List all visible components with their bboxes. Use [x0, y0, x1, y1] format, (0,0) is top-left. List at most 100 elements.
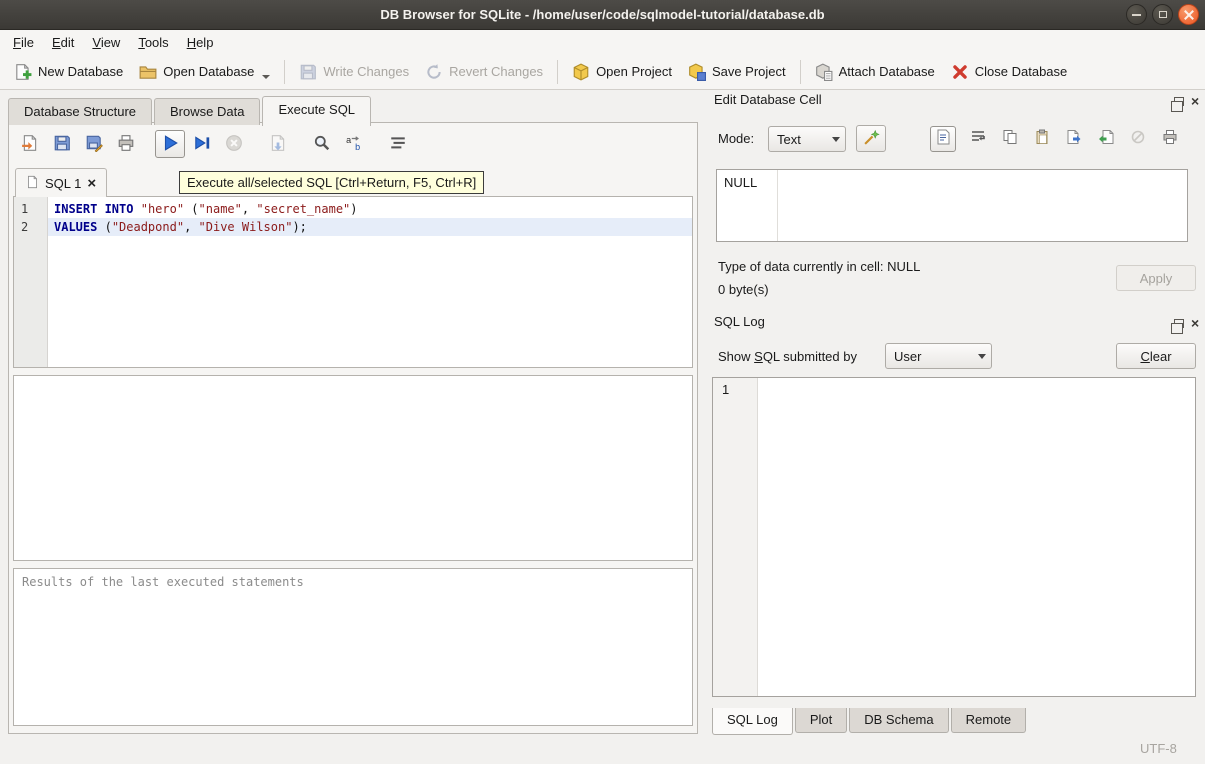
menu-view[interactable]: View: [83, 32, 129, 53]
tab-plot[interactable]: Plot: [795, 708, 847, 733]
submitted-by-combobox[interactable]: User: [885, 343, 992, 369]
open-database-icon: [139, 63, 157, 81]
log-content[interactable]: [758, 378, 1195, 696]
tab-sql-log[interactable]: SQL Log: [712, 708, 793, 735]
execute-line-button[interactable]: [187, 130, 217, 158]
save-project-button[interactable]: Save Project: [680, 58, 794, 86]
sql-log-filter-label: Show SQL submitted by: [718, 349, 857, 364]
sql-document-tab[interactable]: SQL 1 ×: [15, 168, 107, 197]
toolbar-separator: [557, 60, 558, 84]
code-area[interactable]: INSERT INTO "hero" ("name", "secret_name…: [48, 197, 692, 367]
format-sql-button[interactable]: [383, 130, 413, 158]
open-database-button[interactable]: Open Database: [131, 58, 278, 86]
export-cell-button[interactable]: [1064, 129, 1084, 149]
toolbar-separator: [800, 60, 801, 84]
minimize-icon: [1132, 14, 1141, 16]
stop-execution-button: [219, 130, 249, 158]
sql-token: "secret_name": [256, 202, 350, 216]
word-wrap-button[interactable]: [968, 129, 988, 149]
results-grid[interactable]: [13, 375, 693, 561]
find-button[interactable]: [307, 130, 337, 158]
main-toolbar: New Database Open Database Write Changes…: [0, 54, 1205, 90]
text-mode-icon: [935, 129, 951, 148]
auto-mode-button[interactable]: [856, 125, 886, 152]
open-project-button[interactable]: Open Project: [564, 58, 680, 86]
save-project-icon: [688, 63, 706, 81]
copy-button[interactable]: [1000, 129, 1020, 149]
window-controls: [1126, 4, 1199, 25]
float-dock-icon[interactable]: [1174, 319, 1184, 328]
write-changes-button: Write Changes: [291, 58, 417, 86]
code-line-2-current: VALUES ("Deadpond", "Dive Wilson");: [48, 218, 692, 236]
cell-editor[interactable]: NULL: [716, 169, 1188, 242]
line-number: 1: [14, 200, 47, 218]
results-placeholder: Results of the last executed statements: [22, 575, 304, 589]
tab-remote[interactable]: Remote: [951, 708, 1027, 733]
title-bar[interactable]: DB Browser for SQLite - /home/user/code/…: [0, 0, 1205, 30]
write-changes-icon: [299, 63, 317, 81]
export-cell-icon: [1066, 129, 1082, 148]
import-cell-button[interactable]: [1096, 129, 1116, 149]
save-sql-file-icon: [53, 134, 71, 155]
cell-content: NULL: [724, 175, 757, 190]
close-database-icon: [951, 63, 969, 81]
close-dock-icon[interactable]: ×: [1191, 96, 1199, 106]
sql-token: "Dive Wilson": [199, 220, 293, 234]
paste-icon: [1034, 129, 1050, 148]
revert-changes-icon: [425, 63, 443, 81]
paste-button[interactable]: [1032, 129, 1052, 149]
sql-log-area[interactable]: 1: [712, 377, 1196, 697]
execute-all-button[interactable]: [155, 130, 185, 158]
import-cell-icon: [1098, 129, 1114, 148]
toolbar-separator: [284, 60, 285, 84]
cell-editor-margin: NULL: [717, 170, 778, 241]
minimize-button[interactable]: [1126, 4, 1147, 25]
sql-token: "Deadpond": [112, 220, 184, 234]
cell-size-info: 0 byte(s): [718, 282, 769, 297]
new-database-icon: [14, 63, 32, 81]
mode-combobox[interactable]: Text: [768, 126, 846, 152]
attach-database-button[interactable]: Attach Database: [807, 58, 943, 86]
float-dock-icon[interactable]: [1174, 97, 1184, 106]
clear-log-button[interactable]: Clear: [1116, 343, 1196, 369]
menu-help[interactable]: Help: [178, 32, 223, 53]
set-null-icon: [1130, 129, 1146, 148]
maximize-button[interactable]: [1152, 4, 1173, 25]
line-number-gutter: 1 2: [14, 197, 48, 367]
menu-edit[interactable]: Edit: [43, 32, 83, 53]
replace-button[interactable]: ab: [339, 130, 369, 158]
close-dock-icon[interactable]: ×: [1191, 318, 1199, 328]
cell-toolbar: [930, 125, 1180, 152]
menu-file[interactable]: File: [4, 32, 43, 53]
print-cell-button[interactable]: [1160, 129, 1180, 149]
new-database-button[interactable]: New Database: [6, 58, 131, 86]
execute-line-icon: [193, 134, 211, 155]
chevron-down-icon: [973, 354, 991, 359]
tab-browse-data[interactable]: Browse Data: [154, 98, 260, 125]
submitted-by-value: User: [886, 349, 973, 364]
tab-execute-sql[interactable]: Execute SQL: [262, 96, 371, 126]
print-sql-button[interactable]: [111, 130, 141, 158]
tab-db-schema[interactable]: DB Schema: [849, 708, 948, 733]
menu-tools[interactable]: Tools: [129, 32, 177, 53]
sql-tab-close-icon[interactable]: ×: [87, 176, 96, 191]
export-results-button: [263, 130, 293, 158]
find-icon: [313, 134, 331, 155]
open-sql-file-button[interactable]: [15, 130, 45, 158]
save-sql-file-button[interactable]: [47, 130, 77, 158]
encoding-indicator[interactable]: UTF-8: [1140, 741, 1177, 756]
open-database-dropdown-icon[interactable]: [262, 75, 270, 79]
save-sql-as-button[interactable]: [79, 130, 109, 158]
execute-sql-pane: ab Execute all/selected SQL [Ctrl+Return…: [8, 122, 698, 734]
sql-tab-label: SQL 1: [45, 176, 81, 191]
tab-database-structure[interactable]: Database Structure: [8, 98, 152, 125]
sql-code-editor[interactable]: 1 2 INSERT INTO "hero" ("name", "secret_…: [13, 196, 693, 368]
sql-token: "hero": [141, 202, 184, 216]
cell-editor-content[interactable]: [778, 170, 1187, 241]
print-icon: [1162, 129, 1178, 148]
print-icon: [117, 134, 135, 155]
text-mode-button[interactable]: [930, 126, 956, 152]
close-database-button[interactable]: Close Database: [943, 58, 1076, 86]
close-button[interactable]: [1178, 4, 1199, 25]
sql-log-dock-controls: ×: [1174, 318, 1199, 328]
